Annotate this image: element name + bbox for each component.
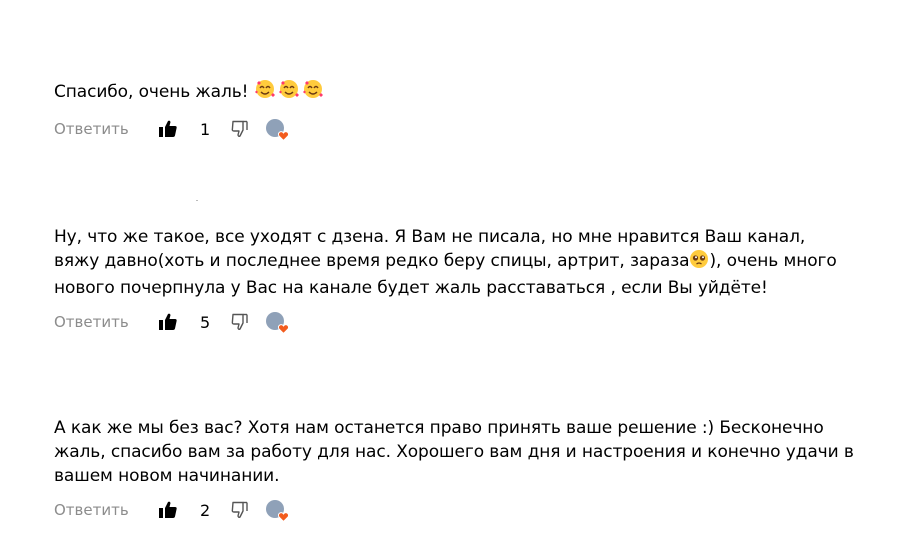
reply-button[interactable]: Ответить	[54, 313, 158, 331]
thumbs-up-icon[interactable]	[158, 311, 180, 333]
thumbs-up-icon[interactable]	[158, 499, 180, 521]
comment-1: Спасибо, очень жаль! Ответить 1	[54, 78, 854, 141]
comment-text: Ну, что же такое, все уходят с дзена. Я …	[54, 227, 842, 298]
thumbs-up-icon[interactable]	[158, 118, 180, 140]
author-avatar-heart-icon	[266, 311, 289, 334]
like-count: 2	[200, 500, 211, 520]
divider-dot	[196, 200, 198, 201]
author-avatar-heart-icon	[266, 499, 289, 522]
thumbs-down-icon[interactable]	[230, 499, 252, 521]
comment-actions: Ответить 2	[54, 498, 854, 522]
comment-text: А как же мы без вас? Хотя нам останется …	[54, 418, 860, 486]
comment-actions: Ответить 1	[54, 117, 854, 141]
like-count: 5	[200, 312, 211, 332]
smiling-face-with-hearts-icon	[254, 78, 324, 107]
reply-button[interactable]: Ответить	[54, 501, 158, 519]
comment-text: Спасибо, очень жаль!	[54, 78, 854, 107]
like-count: 1	[200, 119, 211, 139]
comment-3: А как же мы без вас? Хотя нам останется …	[54, 416, 854, 522]
comment-actions: Ответить 5	[54, 310, 854, 334]
reply-button[interactable]: Ответить	[54, 120, 158, 138]
thumbs-down-icon[interactable]	[230, 311, 252, 333]
author-avatar-heart-icon	[266, 118, 289, 141]
comment-2: Ну, что же такое, все уходят с дзена. Я …	[54, 225, 854, 334]
pleading-face-icon	[689, 249, 709, 276]
thumbs-down-icon[interactable]	[230, 118, 252, 140]
